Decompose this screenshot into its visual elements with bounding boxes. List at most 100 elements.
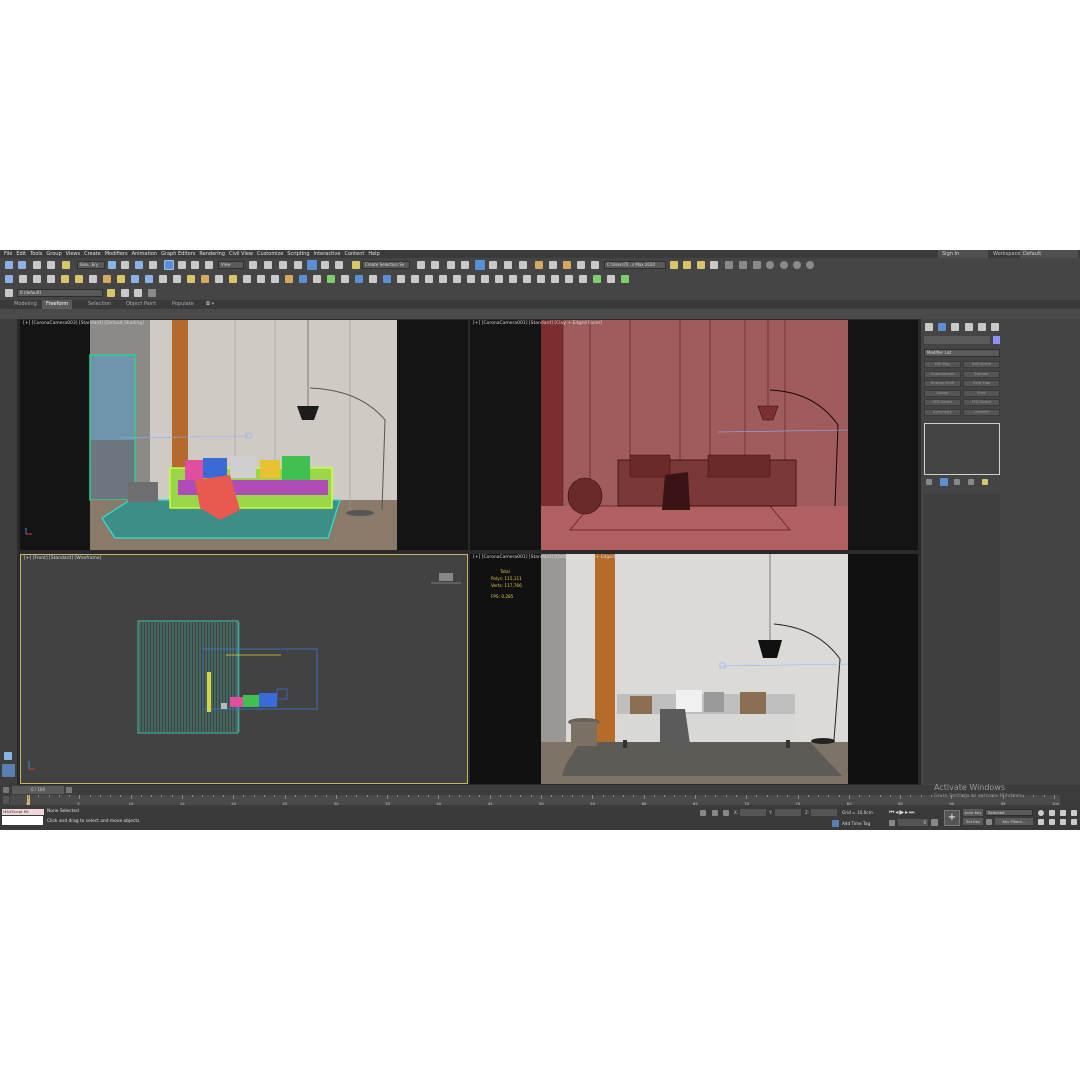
unlink-icon[interactable]: [47, 261, 55, 269]
corona-tool-32-icon[interactable]: [439, 275, 447, 283]
select-rotate-icon[interactable]: [178, 261, 186, 269]
render-iterative-icon[interactable]: [577, 261, 585, 269]
keyboard-shortcut-icon[interactable]: [279, 261, 287, 269]
track-bar[interactable]: 0 5 10 15 20 25 30 35 40 45 50 55 60 65 70 75 80 85 90 95 10…: [10, 795, 1060, 806]
menu-scripting[interactable]: Scripting: [287, 250, 309, 258]
pivot-center-icon[interactable]: [249, 261, 257, 269]
modifier-button-uvw-map[interactable]: UVW Map: [963, 380, 1000, 387]
modifier-list-dropdown[interactable]: Modifier List: [924, 349, 1000, 357]
align-icon[interactable]: [431, 261, 439, 269]
sphere-b-icon[interactable]: [780, 261, 788, 269]
menu-tools[interactable]: Tools: [30, 250, 42, 258]
corona-tool-20-icon[interactable]: [271, 275, 279, 283]
tool-b-icon[interactable]: [739, 261, 747, 269]
y-coordinate-field[interactable]: [775, 809, 801, 816]
menu-graph-editors[interactable]: Graph Editors: [161, 250, 195, 258]
corona-tool-29-icon[interactable]: [397, 275, 405, 283]
select-scale-icon[interactable]: [191, 261, 199, 269]
field-of-view-icon[interactable]: [1038, 819, 1044, 825]
add-time-tag[interactable]: Add Time Tag: [842, 821, 870, 826]
corona-tool-5-icon[interactable]: [61, 275, 69, 283]
named-selection-dropdown[interactable]: Create Selection Se: [362, 261, 410, 269]
maximize-viewport-icon[interactable]: [1071, 819, 1077, 825]
undo-icon[interactable]: [5, 261, 13, 269]
angle-snap-icon[interactable]: [307, 260, 317, 270]
object-color-swatch[interactable]: [993, 336, 1000, 344]
corona-tool-21-icon[interactable]: [285, 275, 293, 283]
viewport-label-top-left[interactable]: [+] [CoronaCamera003] [Standard] [Defaul…: [23, 321, 144, 326]
display-tab-icon[interactable]: [978, 323, 986, 331]
add-to-layer-icon[interactable]: [121, 289, 129, 297]
zoom-extents-all-icon[interactable]: [1071, 810, 1077, 816]
corona-tool-13-icon[interactable]: [173, 275, 181, 283]
isolate-icon[interactable]: [700, 810, 706, 816]
zoom-all-icon[interactable]: [1049, 810, 1055, 816]
filter-icon[interactable]: [3, 796, 9, 804]
project-folder-icon[interactable]: [683, 261, 691, 269]
menu-modifiers[interactable]: Modifiers: [105, 250, 128, 258]
select-object-icon[interactable]: [108, 261, 116, 269]
modifier-button-symmetry[interactable]: Symmetry: [924, 408, 961, 416]
viewport-label-bottom-left[interactable]: [+] [Front] [Standard] [Wireframe]: [24, 556, 101, 561]
set-key-button[interactable]: +: [944, 810, 960, 826]
transform-mode-icon[interactable]: [723, 810, 729, 816]
time-configuration-icon[interactable]: [931, 819, 938, 826]
tab-object-paint[interactable]: Object Paint: [122, 300, 160, 309]
corona-tool-26-icon[interactable]: [355, 275, 363, 283]
tab-modeling[interactable]: Modeling: [10, 300, 41, 309]
corona-tool-39-icon[interactable]: [537, 275, 545, 283]
menu-edit[interactable]: Edit: [16, 250, 26, 258]
corona-tool-11-icon[interactable]: [145, 275, 153, 283]
pan-view-icon[interactable]: [1049, 819, 1055, 825]
modifier-button-extrude[interactable]: Extrude: [963, 370, 1000, 378]
modifier-button-sweep[interactable]: Sweep: [924, 389, 961, 397]
menu-file[interactable]: File: [4, 250, 12, 258]
corona-tool-30-icon[interactable]: [411, 275, 419, 283]
maxscript-listener[interactable]: MAXScript Mi:: [2, 809, 44, 815]
sync-icon[interactable]: [710, 261, 718, 269]
menu-civil-view[interactable]: Civil View: [229, 250, 253, 258]
corona-tool-43-icon[interactable]: [593, 275, 601, 283]
window-crossing-icon[interactable]: [149, 261, 157, 269]
maxscript-input[interactable]: [2, 816, 43, 825]
selection-filter-dropdown[interactable]: Geo...Ery: [77, 261, 105, 269]
corona-tool-34-icon[interactable]: [467, 275, 475, 283]
modifier-button-turbosmooth[interactable]: TurboSmooth: [924, 370, 961, 378]
key-selection-dropdown[interactable]: Selected: [985, 809, 1033, 816]
project-folder-dropdown[interactable]: C:\Users\Tr...s Max 2020: [604, 261, 666, 269]
modifier-button-ffd-select[interactable]: FFD Select: [963, 399, 1000, 406]
spinner-snap-icon[interactable]: [335, 261, 343, 269]
remove-modifier-icon[interactable]: [968, 479, 974, 485]
redo-icon[interactable]: [18, 261, 26, 269]
create-tab-icon[interactable]: [925, 323, 933, 331]
curve-editor-icon[interactable]: [489, 261, 497, 269]
corona-tool-37-icon[interactable]: [509, 275, 517, 283]
corona-tool-25-icon[interactable]: [341, 275, 349, 283]
time-prev-icon[interactable]: [3, 787, 9, 793]
render-production-icon[interactable]: [563, 261, 571, 269]
tab-populate[interactable]: Populate: [168, 300, 198, 309]
corona-tool-8-icon[interactable]: [103, 275, 111, 283]
modifier-button-edit-poly[interactable]: Edit Poly: [924, 361, 961, 368]
set-project-icon[interactable]: [697, 261, 705, 269]
corona-tool-42-icon[interactable]: [579, 275, 587, 283]
corona-tool-35-icon[interactable]: [481, 275, 489, 283]
modifier-button-ffd-select[interactable]: FFD Select: [924, 399, 961, 406]
material-editor-icon[interactable]: [519, 261, 527, 269]
playback-controls[interactable]: ⏮◂▶▸⏭: [889, 809, 915, 817]
menu-animation[interactable]: Animation: [132, 250, 158, 258]
bind-spacewarp-icon[interactable]: [62, 261, 70, 269]
quad-layout-icon[interactable]: [2, 764, 15, 777]
corona-tool-16-icon[interactable]: [215, 275, 223, 283]
menu-interactive[interactable]: Interactive: [314, 250, 341, 258]
corona-tool-41-icon[interactable]: [565, 275, 573, 283]
percent-snap-icon[interactable]: [321, 261, 329, 269]
corona-tool-23-icon[interactable]: [313, 275, 321, 283]
corona-tool-19-icon[interactable]: [257, 275, 265, 283]
menu-create[interactable]: Create: [84, 250, 101, 258]
auto-key-button[interactable]: Auto Key: [963, 809, 983, 816]
tab-selection[interactable]: Selection: [84, 300, 115, 309]
select-by-name-icon[interactable]: [121, 261, 129, 269]
show-end-result-icon[interactable]: [940, 478, 948, 486]
sphere-d-icon[interactable]: [806, 261, 814, 269]
